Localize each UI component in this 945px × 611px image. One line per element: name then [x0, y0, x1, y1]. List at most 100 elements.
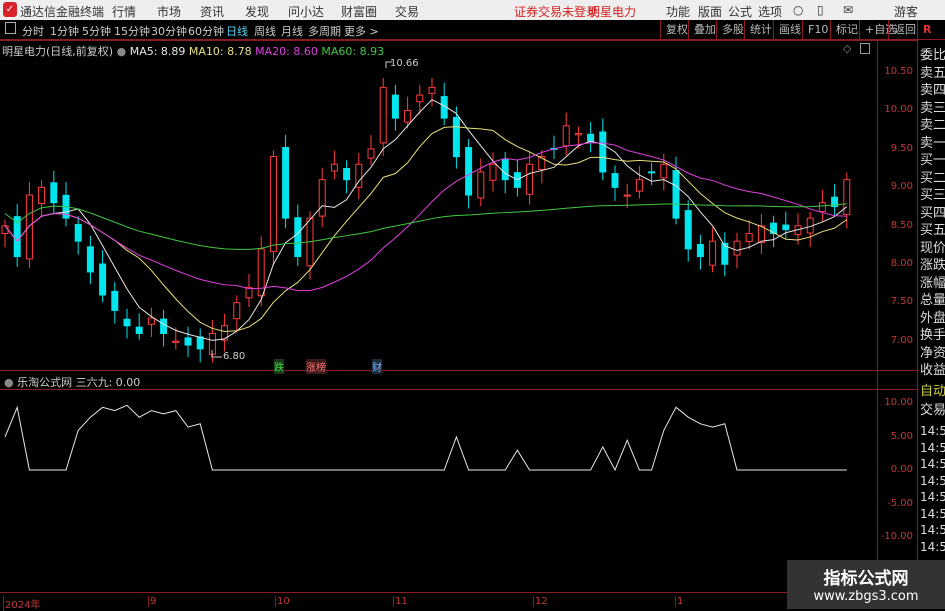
price-tick: 10.00	[884, 104, 913, 116]
quote-label: 卖五	[920, 65, 945, 81]
ma10-line	[4, 126, 848, 333]
quote-label: 净资	[920, 345, 945, 361]
candle	[782, 224, 790, 231]
event-tag-cai[interactable]: 财	[372, 359, 382, 374]
price-tick: 10.50	[884, 66, 913, 77]
quote-label: 买一	[920, 153, 945, 168]
date-tick: 12	[533, 596, 548, 607]
trade-time: 14:56	[920, 506, 945, 521]
candle	[294, 217, 302, 258]
quote-label: 卖二	[920, 118, 945, 133]
quote-label: 现价	[920, 240, 945, 256]
candle	[599, 131, 607, 173]
indicator-tick: 5.00	[890, 430, 913, 442]
candle	[196, 336, 204, 350]
candle	[135, 326, 143, 334]
candle	[1, 225, 9, 234]
candle	[611, 173, 619, 188]
quote-label: 卖四	[920, 83, 945, 98]
trade-time: 14:56	[920, 457, 945, 471]
candle	[25, 194, 33, 260]
watermark-line1: 指标公式网	[823, 569, 909, 589]
quote-label: 卖三	[920, 100, 945, 116]
indicator-tick: 0.00	[890, 464, 913, 475]
price-tick: 7.50	[890, 296, 913, 308]
candle	[123, 318, 131, 327]
quote-label: 买二	[920, 170, 945, 186]
quote-label: 买五	[920, 223, 945, 238]
indicator-title: 乐淘公式网 三六九: 0.00	[17, 376, 141, 389]
high-marker: 10.66	[390, 58, 419, 69]
candle	[282, 146, 290, 219]
candle	[172, 340, 180, 343]
quote-label: 买四	[920, 205, 945, 221]
date-tick: 11	[393, 596, 408, 607]
quote-label: 换手	[920, 328, 945, 343]
candle	[86, 246, 94, 273]
auto-label[interactable]: 自动	[920, 383, 945, 400]
price-tick: 8.00	[890, 258, 913, 269]
quote-label: 外盘	[920, 310, 945, 326]
candle	[269, 156, 277, 253]
candle	[696, 244, 704, 258]
candle	[416, 94, 424, 103]
candle	[391, 94, 399, 119]
candle	[343, 168, 351, 181]
candle	[74, 224, 82, 242]
date-tick: 10	[275, 596, 290, 607]
candle	[745, 232, 753, 242]
candle	[709, 240, 717, 266]
candle	[184, 337, 192, 346]
date-tick: 9	[148, 596, 157, 607]
candle	[660, 163, 668, 179]
quote-label: 买三	[920, 188, 945, 203]
candle	[318, 179, 326, 217]
trade-time: 14:56	[920, 440, 945, 455]
indicator-line	[4, 404, 847, 472]
candle	[843, 179, 851, 216]
quote-label: 委比	[920, 48, 945, 63]
trade-label: 交易	[920, 403, 945, 418]
candle	[635, 179, 643, 192]
trade-time: 14:56	[920, 523, 945, 537]
indicator-tick: 10.00	[884, 397, 913, 408]
kline-chart[interactable]	[0, 0, 945, 609]
quote-label: 涨幅	[920, 275, 945, 291]
date-tick: 1	[675, 596, 684, 607]
candle	[111, 290, 119, 311]
price-tick: 9.50	[890, 142, 913, 154]
candle	[367, 148, 375, 159]
event-tag-bang[interactable]: 涨榜	[306, 359, 326, 374]
event-tag-die[interactable]: 跌	[274, 359, 284, 374]
trade-time: 14:56	[920, 424, 945, 438]
quote-label: 收益	[920, 363, 945, 378]
watermark: 指标公式网 www.zbgs3.com	[787, 560, 945, 609]
indicator-tick: -5.00	[887, 497, 913, 509]
candle	[562, 125, 570, 147]
indicator-tick: -10.00	[880, 531, 913, 542]
candle	[38, 186, 46, 205]
watermark-line2: www.zbgs3.com	[813, 589, 919, 604]
candle	[452, 117, 460, 158]
quote-label: 卖一	[920, 135, 945, 151]
trade-time: 14:56	[920, 539, 945, 554]
candle	[99, 263, 107, 296]
candle	[477, 171, 485, 199]
candle	[623, 194, 631, 197]
candle	[489, 163, 497, 181]
indicator-dropdown-icon[interactable]: ●	[4, 376, 14, 389]
candle	[684, 210, 692, 250]
price-tick: 9.00	[890, 181, 913, 193]
low-marker: 6.80	[223, 351, 246, 362]
ma60-line	[4, 203, 847, 250]
candle	[574, 133, 582, 136]
candle	[526, 163, 534, 195]
candle	[233, 302, 241, 320]
candle	[50, 182, 58, 204]
price-tick: 8.50	[890, 219, 913, 231]
candle	[733, 240, 741, 256]
candle	[147, 317, 155, 325]
price-tick: 7.00	[890, 334, 913, 346]
candle	[757, 225, 765, 244]
candle	[587, 133, 595, 142]
